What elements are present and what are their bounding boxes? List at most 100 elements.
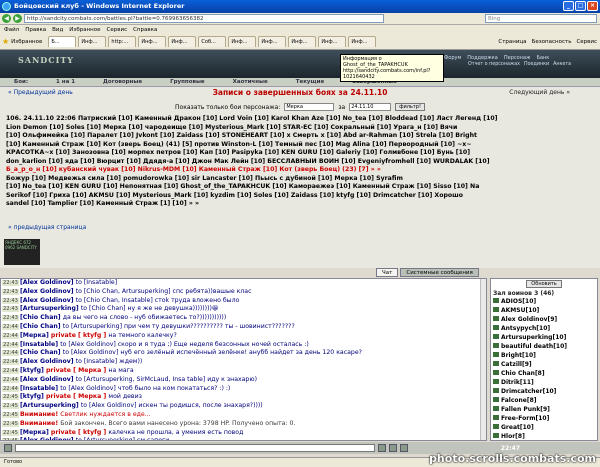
browser-tab[interactable]: Соб... <box>198 36 227 47</box>
message-author[interactable]: [Chio Chan] <box>20 314 63 321</box>
maximize-button[interactable]: □ <box>575 1 586 11</box>
online-user[interactable]: Chio Chan[8] <box>491 369 597 378</box>
close-button[interactable]: × <box>587 1 598 11</box>
message-author[interactable]: [ktyfg] <box>20 393 46 400</box>
menu-view[interactable]: Вид <box>52 27 63 33</box>
message-author[interactable]: [Artursuperking] <box>20 402 81 409</box>
tab-current[interactable]: Текущие <box>282 79 338 85</box>
browser-tab[interactable]: Инф... <box>318 36 347 47</box>
smiley-icon[interactable] <box>4 444 12 452</box>
nav-character[interactable]: Персонаж <box>504 55 531 61</box>
message-time[interactable]: 22:45 <box>2 411 19 418</box>
menu-tools[interactable]: Сервис <box>107 27 128 33</box>
online-user[interactable]: Falcone[8] <box>491 396 597 405</box>
message-time[interactable]: 22:44 <box>2 385 19 392</box>
counter-badge[interactable]: ЯНДЕКС 672 0962 SANDCITY <box>4 239 40 265</box>
message-time[interactable]: 22:43 <box>2 288 19 295</box>
browser-tab[interactable]: Инф... <box>288 36 317 47</box>
online-user[interactable]: ADIOS[10] <box>491 297 597 306</box>
online-user[interactable]: Catzill[9] <box>491 360 597 369</box>
message-time[interactable]: 22:45 <box>2 403 19 410</box>
nav-report[interactable]: Отчет о персонажах <box>468 62 520 67</box>
message-author[interactable]: Внимание! <box>20 420 60 427</box>
message-time[interactable]: 22:45 <box>2 429 19 436</box>
filter-button[interactable]: фильтр! <box>395 103 425 111</box>
chat-scrollbar[interactable] <box>480 279 486 440</box>
online-user[interactable]: Artursuperking[10] <box>491 333 597 342</box>
tab-1v1[interactable]: 1 на 1 <box>42 79 89 85</box>
online-user[interactable]: Hlor[8] <box>491 432 597 440</box>
online-user[interactable]: beautiful death[10] <box>491 342 597 351</box>
private-target[interactable]: private [ Мерка ] <box>46 393 108 400</box>
message-author[interactable]: [Insatable] <box>20 385 60 392</box>
online-user[interactable]: Drimcatcher[10] <box>491 387 597 396</box>
send-icon[interactable] <box>378 444 386 452</box>
message-time[interactable]: 22:45 <box>2 420 19 427</box>
clear-icon[interactable] <box>389 444 397 452</box>
prev-page-link[interactable]: « предыдущая страница <box>8 224 86 231</box>
private-target[interactable]: private [ ktyfg ] <box>51 332 108 339</box>
refresh-button[interactable]: Обновить <box>526 280 562 288</box>
chat-log[interactable]: 22:43 [Alex Goldinov] to [Insatable] 22:43… <box>0 278 487 441</box>
message-author[interactable]: [Alex Goldinov] <box>20 437 76 440</box>
message-time[interactable]: 22:44 <box>2 367 19 374</box>
online-user[interactable]: Alex Goldinov[9] <box>491 315 597 324</box>
search-input[interactable]: Bing <box>485 14 597 23</box>
menu-file[interactable]: Файл <box>4 27 19 33</box>
minimize-button[interactable]: _ <box>563 1 574 11</box>
tab-group[interactable]: Групповые <box>156 79 219 85</box>
back-arrow-icon[interactable]: ◀ <box>2 14 11 23</box>
page-menu[interactable]: Страница <box>498 39 526 45</box>
tab-chaotic[interactable]: Хаотичные <box>219 79 282 85</box>
message-time[interactable]: 22:43 <box>2 306 19 313</box>
message-author[interactable]: [Alex Goldinov] <box>20 297 76 304</box>
message-author[interactable]: [Мерка] <box>20 429 51 436</box>
nav-profile[interactable]: Анкета <box>553 62 571 67</box>
browser-tab[interactable]: Инф... <box>258 36 287 47</box>
menu-favorites[interactable]: Избранное <box>69 27 100 33</box>
message-time[interactable]: 22:44 <box>2 332 19 339</box>
next-day-link[interactable]: Следующий день » <box>509 89 570 96</box>
settings-icon[interactable] <box>400 444 408 452</box>
message-author[interactable]: [Chio Chan] <box>20 349 63 356</box>
browser-tab[interactable]: Инф... <box>78 36 107 47</box>
chat-input[interactable] <box>15 444 375 452</box>
message-author[interactable]: [Insatable] <box>20 341 60 348</box>
message-author[interactable]: [Chio Chan] <box>20 323 63 330</box>
message-time[interactable]: 22:45 <box>2 438 19 440</box>
message-author[interactable]: Внимание! <box>20 411 60 418</box>
message-author[interactable]: [Alex Goldinov] <box>20 288 76 295</box>
tab-contract[interactable]: Договорные <box>89 79 156 85</box>
message-time[interactable]: 22:43 <box>2 280 19 286</box>
online-user[interactable]: Bright[10] <box>491 351 597 360</box>
message-time[interactable]: 22:45 <box>2 394 19 401</box>
online-user[interactable]: AKMSU[10] <box>491 306 597 315</box>
message-author[interactable]: [Мерка] <box>20 332 51 339</box>
message-author[interactable]: [Artursuperking] <box>20 305 81 312</box>
message-time[interactable]: 22:44 <box>2 359 19 366</box>
browser-tab[interactable]: Инф... <box>348 36 377 47</box>
message-author[interactable]: [Alex Goldinov] <box>20 358 76 365</box>
online-user[interactable]: Free-Form[10] <box>491 414 597 423</box>
message-time[interactable]: 22:44 <box>2 350 19 357</box>
safety-menu[interactable]: Безопасность <box>532 39 572 45</box>
message-author[interactable]: [ktyfg] <box>20 367 46 374</box>
browser-tab[interactable]: Инф... <box>168 36 197 47</box>
online-user[interactable]: Fallen Punk[9] <box>491 405 597 414</box>
prev-day-link[interactable]: « Предыдущий день <box>8 89 73 96</box>
message-time[interactable]: 22:44 <box>2 376 19 383</box>
message-author[interactable]: [Alex Goldinov] <box>20 376 76 383</box>
nav-bank[interactable]: Банк <box>537 55 550 61</box>
browser-tab[interactable]: Инф... <box>138 36 167 47</box>
online-user[interactable]: Great[10] <box>491 423 597 432</box>
tab-chat[interactable]: Чат <box>376 268 399 277</box>
nav-support[interactable]: Поддержка <box>467 55 498 61</box>
browser-tab[interactable]: Инф... <box>228 36 257 47</box>
online-user[interactable]: Ditrik[11] <box>491 378 597 387</box>
date-input[interactable]: 24.11.10 <box>349 103 392 111</box>
nav-fights[interactable]: Поединки <box>524 62 549 67</box>
url-field[interactable]: http://sandcity.combats.com/battles.pl?b… <box>24 14 384 23</box>
browser-tab[interactable]: Б... <box>48 36 77 47</box>
private-target[interactable]: private [ Мерка ] <box>46 367 108 374</box>
favorites-button[interactable]: ★ Избранное <box>2 37 42 46</box>
